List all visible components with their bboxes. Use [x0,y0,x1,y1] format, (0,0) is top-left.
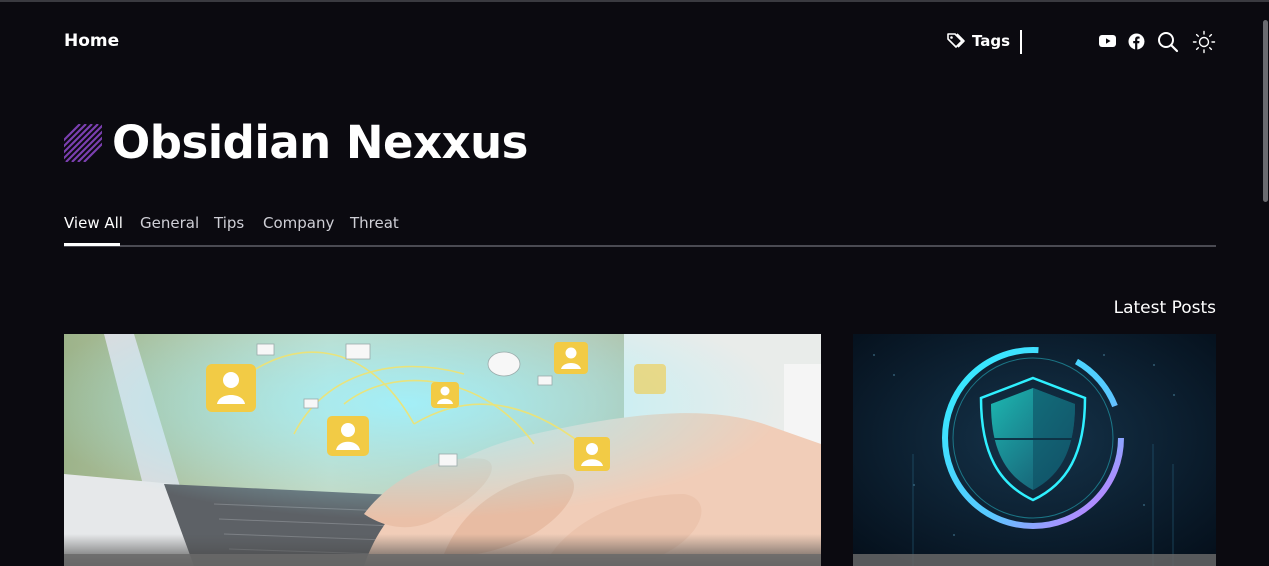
facebook-icon[interactable] [1128,33,1145,50]
sun-icon[interactable] [1192,30,1216,54]
search-icon[interactable] [1157,31,1179,53]
scrollbar-thumb[interactable] [1263,20,1268,202]
tag-icon [947,33,965,48]
youtube-icon[interactable] [1099,34,1116,48]
tab-threat[interactable]: Threat [350,214,399,232]
brand-stripes-logo [64,123,102,162]
tab-company[interactable]: Company [263,214,334,232]
post-image-cyber-shield[interactable] [853,334,1216,566]
tab-tips[interactable]: Tips [214,214,244,232]
window-top-border [0,0,1269,2]
tags-label: Tags [972,32,1011,50]
latest-posts-heading: Latest Posts [1113,298,1216,318]
page-scrollbar[interactable] [1262,2,1269,566]
tab-general[interactable]: General [140,214,199,232]
nav-divider [1020,30,1022,54]
category-tabs: View All General Tips Company Threat [64,212,1216,247]
tab-view-all[interactable]: View All [64,214,123,232]
active-tab-indicator [64,243,120,246]
post-card-featured[interactable] [64,334,821,566]
post-card-secondary[interactable] [853,334,1216,566]
site-brand[interactable]: Obsidian Nexxus [64,116,528,169]
home-link[interactable]: Home [64,31,119,51]
site-title: Obsidian Nexxus [112,116,528,169]
post-image-laptop-network[interactable] [64,334,821,566]
tags-link[interactable]: Tags [946,32,1010,50]
